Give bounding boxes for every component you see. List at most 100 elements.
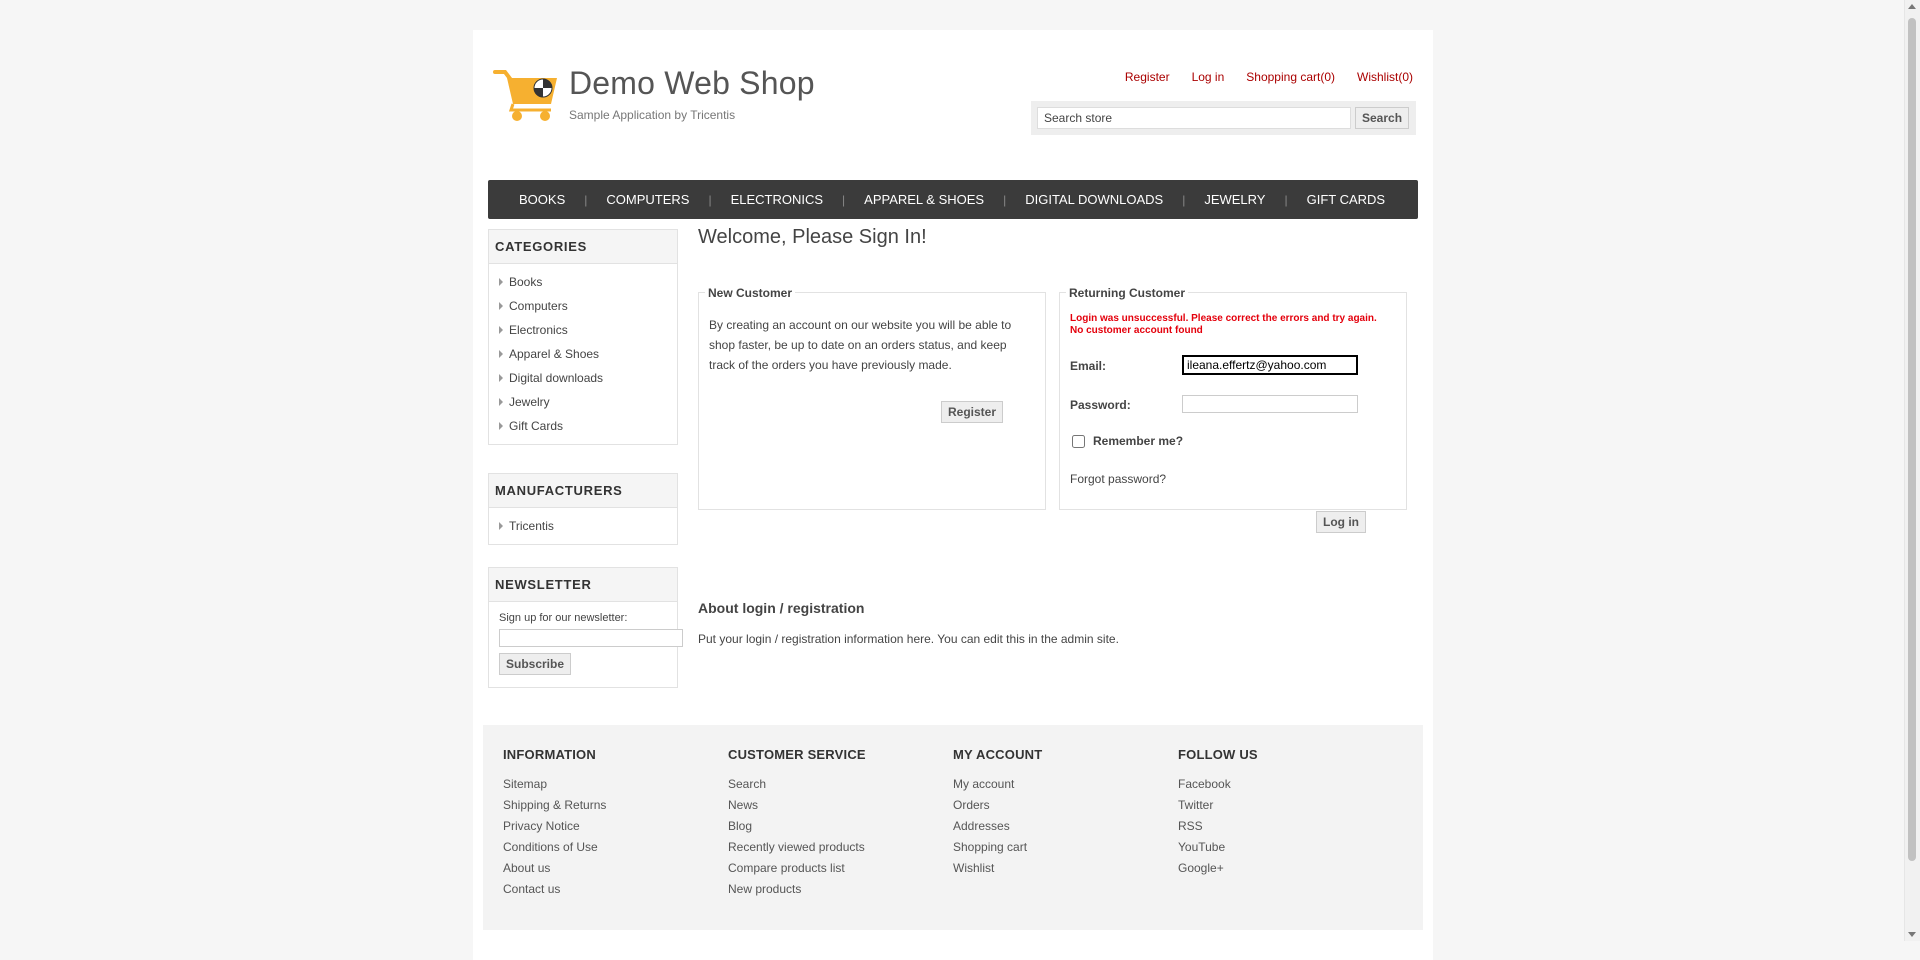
arrow-right-icon (499, 398, 503, 406)
about-title: About login / registration (698, 600, 865, 616)
categories-title: CATEGORIES (489, 230, 677, 264)
category-label: Jewelry (509, 395, 550, 409)
footer-heading: FOLLOW US (1178, 747, 1258, 762)
header-links: Register Log in Shopping cart(0) Wishlis… (1125, 70, 1413, 84)
register-link[interactable]: Register (1125, 70, 1170, 84)
login-link[interactable]: Log in (1192, 70, 1225, 84)
footer-heading: INFORMATION (503, 747, 596, 762)
footer-link[interactable]: Search (728, 774, 948, 795)
wishlist-link[interactable]: Wishlist(0) (1357, 70, 1413, 84)
arrow-right-icon (499, 522, 503, 530)
footer-heading: MY ACCOUNT (953, 747, 1043, 762)
category-label: Apparel & Shoes (509, 347, 600, 361)
new-customer-legend: New Customer (705, 286, 796, 300)
footer-link[interactable]: Blog (728, 816, 948, 837)
category-item[interactable]: Digital downloads (499, 366, 677, 390)
footer-link[interactable]: Sitemap (503, 774, 723, 795)
menu-item-computers[interactable]: COMPUTERS (587, 192, 708, 207)
arrow-right-icon (499, 422, 503, 430)
scroll-up-icon[interactable] (1908, 4, 1916, 9)
category-item[interactable]: Computers (499, 294, 677, 318)
arrow-right-icon (499, 278, 503, 286)
footer-link[interactable]: About us (503, 858, 723, 879)
error-line: No customer account found (1070, 325, 1203, 336)
footer-link[interactable]: News (728, 795, 948, 816)
returning-customer-section: Returning Customer Login was unsuccessfu… (1059, 286, 1407, 533)
menu-item-digital-downloads[interactable]: DIGITAL DOWNLOADS (1006, 192, 1182, 207)
manufacturers-block: MANUFACTURERS Tricentis (488, 473, 678, 545)
error-line: Login was unsuccessful. Please correct t… (1070, 313, 1377, 324)
category-item[interactable]: Books (499, 270, 677, 294)
newsletter-label: Sign up for our newsletter: (499, 612, 628, 624)
scrollbar-thumb[interactable] (1908, 18, 1916, 861)
footer-link[interactable]: Addresses (953, 816, 1173, 837)
remember-me-checkbox[interactable] (1072, 434, 1085, 448)
footer-link[interactable]: RSS (1178, 816, 1398, 837)
top-menu: BOOKS | COMPUTERS | ELECTRONICS | APPARE… (488, 180, 1418, 219)
email-field[interactable] (1181, 354, 1359, 376)
menu-item-apparel-shoes[interactable]: APPAREL & SHOES (845, 192, 1003, 207)
login-error-message: Login was unsuccessful. Please correct t… (1070, 313, 1377, 337)
password-label: Password: (1070, 398, 1131, 412)
subscribe-button[interactable]: Subscribe (499, 653, 572, 675)
footer-link[interactable]: Shipping & Returns (503, 795, 723, 816)
manufacturer-item[interactable]: Tricentis (499, 514, 677, 538)
footer-customer-service: CUSTOMER SERVICE Search News Blog Recent… (728, 747, 948, 900)
search-button[interactable]: Search (1355, 107, 1410, 129)
logo-subtitle: Sample Application by Tricentis (569, 108, 736, 122)
vertical-scrollbar[interactable] (1904, 0, 1920, 941)
footer-link[interactable]: Privacy Notice (503, 816, 723, 837)
menu-item-gift-cards[interactable]: GIFT CARDS (1288, 192, 1405, 207)
forgot-password-link[interactable]: Forgot password? (1070, 472, 1166, 486)
remember-me: Remember me? (1070, 434, 1183, 448)
logo-title: Demo Web Shop (569, 65, 815, 101)
menu-item-jewelry[interactable]: JEWELRY (1185, 192, 1284, 207)
footer-heading: CUSTOMER SERVICE (728, 747, 866, 762)
footer-link[interactable]: Orders (953, 795, 1173, 816)
footer-link[interactable]: Facebook (1178, 774, 1398, 795)
register-button[interactable]: Register (941, 401, 1004, 423)
login-button[interactable]: Log in (1316, 511, 1366, 533)
menu-item-electronics[interactable]: ELECTRONICS (712, 192, 842, 207)
footer-link[interactable]: Wishlist (953, 858, 1173, 879)
scroll-down-icon[interactable] (1908, 932, 1916, 937)
footer-link[interactable]: Contact us (503, 879, 723, 900)
newsletter-email-input[interactable] (499, 629, 683, 647)
footer: INFORMATION Sitemap Shipping & Returns P… (483, 725, 1423, 930)
category-label: Books (509, 275, 543, 289)
categories-block: CATEGORIES Books Computers Electronics A… (488, 229, 678, 445)
password-field[interactable] (1182, 395, 1358, 413)
footer-follow-us: FOLLOW US Facebook Twitter RSS YouTube G… (1178, 747, 1398, 879)
arrow-right-icon (499, 350, 503, 358)
new-customer-section: New Customer By creating an account on o… (698, 286, 1046, 510)
manufacturer-label: Tricentis (509, 519, 554, 533)
arrow-right-icon (499, 326, 503, 334)
footer-link[interactable]: Compare products list (728, 858, 948, 879)
footer-link[interactable]: Google+ (1178, 858, 1398, 879)
footer-link[interactable]: Recently viewed products (728, 837, 948, 858)
category-label: Digital downloads (509, 371, 604, 385)
new-customer-text: By creating an account on our website yo… (709, 318, 1012, 372)
newsletter-block: NEWSLETTER Sign up for our newsletter: S… (488, 567, 683, 688)
category-item[interactable]: Apparel & Shoes (499, 342, 677, 366)
search-input[interactable] (1037, 107, 1351, 129)
category-item[interactable]: Gift Cards (499, 414, 677, 438)
footer-link[interactable]: New products (728, 879, 948, 900)
category-item[interactable]: Jewelry (499, 390, 677, 414)
category-item[interactable]: Electronics (499, 318, 677, 342)
footer-link[interactable]: Conditions of Use (503, 837, 723, 858)
logo[interactable]: Demo Web Shop Sample Application by Tric… (493, 66, 815, 122)
menu-item-books[interactable]: BOOKS (488, 192, 584, 207)
remember-me-label: Remember me? (1093, 434, 1184, 448)
footer-link[interactable]: YouTube (1178, 837, 1398, 858)
footer-link[interactable]: Shopping cart (953, 837, 1173, 858)
newsletter-title: NEWSLETTER (489, 568, 677, 602)
main-content: Welcome, Please Sign In! (698, 226, 1418, 249)
footer-link[interactable]: Twitter (1178, 795, 1398, 816)
footer-link[interactable]: My account (953, 774, 1173, 795)
category-label: Electronics (509, 323, 568, 337)
shopping-cart-link[interactable]: Shopping cart(0) (1246, 70, 1335, 84)
shopping-cart-icon (493, 70, 557, 121)
about-text: Put your login / registration informatio… (698, 632, 1119, 646)
returning-customer-legend: Returning Customer (1066, 286, 1189, 300)
